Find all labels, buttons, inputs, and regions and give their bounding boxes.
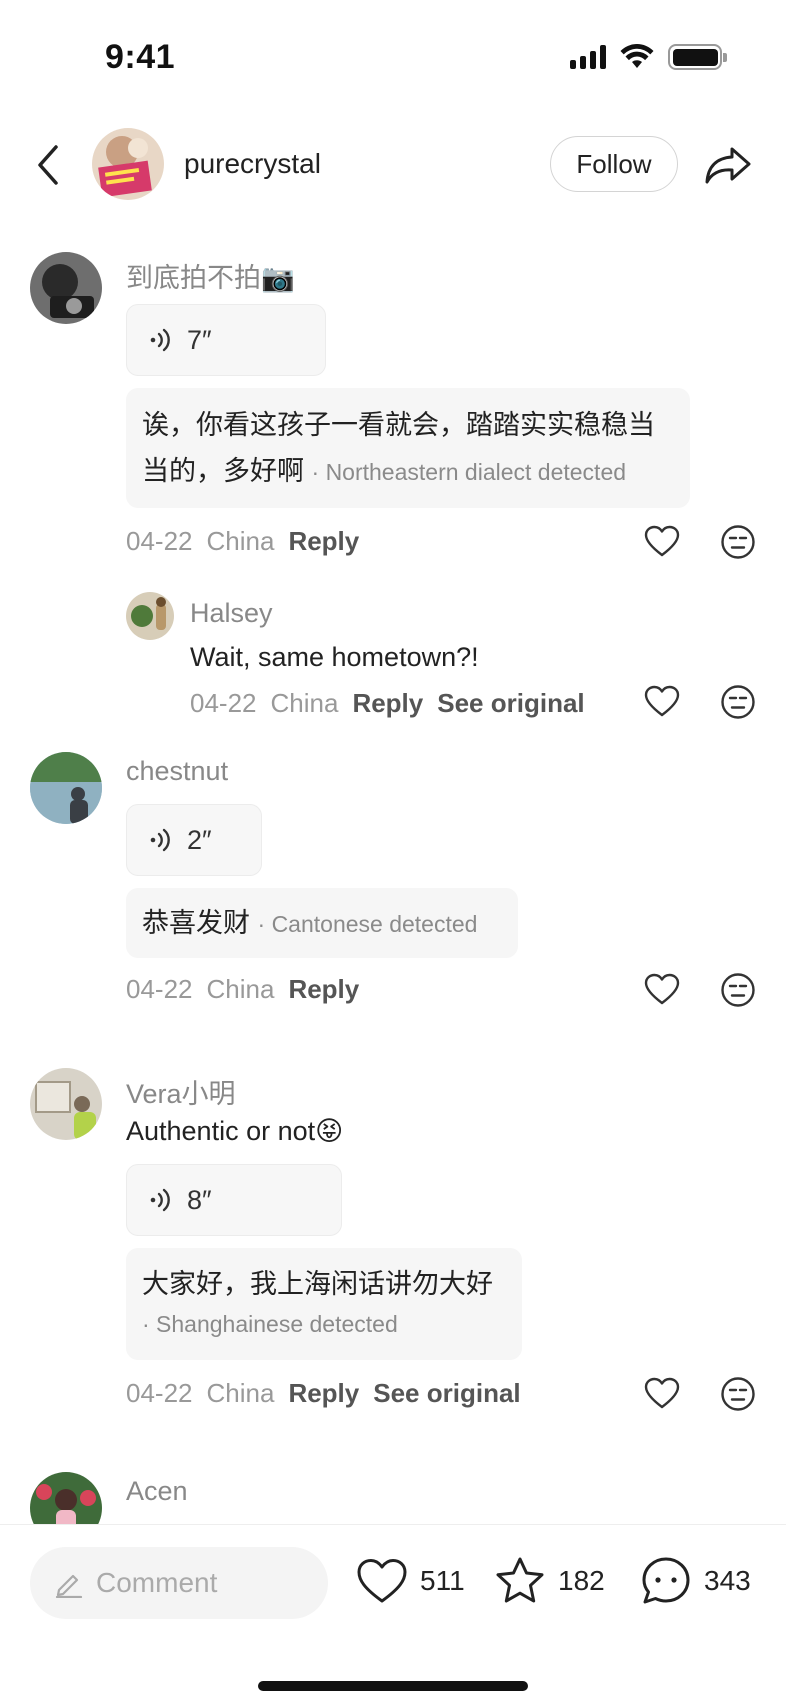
comment-location: China	[206, 1378, 275, 1408]
voice-message[interactable]: 2″	[126, 804, 262, 876]
voice-transcript: 诶，你看这孩子一看就会，踏踏实实稳稳当 当的，多好啊 · Northeaster…	[126, 388, 690, 508]
follow-button[interactable]: Follow	[550, 136, 678, 192]
voice-transcript: 大家好，我上海闲话讲勿大好 · Shanghainese detected	[126, 1248, 522, 1360]
favorite-count: 182	[558, 1565, 605, 1596]
comment-meta: 04-22 China Reply	[126, 974, 359, 1005]
comment-location: China	[206, 526, 275, 556]
voice-duration: 2″	[187, 824, 212, 855]
see-original-button[interactable]: See original	[373, 1378, 520, 1409]
chat-bubble-icon	[642, 1557, 690, 1604]
voice-wave-icon	[150, 828, 170, 852]
reply-author[interactable]: Halsey	[190, 598, 273, 629]
dislike-face-icon[interactable]	[720, 1376, 756, 1412]
share-icon	[705, 147, 751, 184]
comment-date: 04-22	[126, 974, 193, 1004]
comment-location: China	[206, 974, 275, 1004]
status-icons	[570, 44, 727, 70]
reply-button[interactable]: Reply	[352, 688, 423, 719]
star-icon	[496, 1557, 544, 1603]
avatar[interactable]	[30, 1068, 102, 1140]
transcript-line: 恭喜发财	[142, 908, 250, 938]
heart-icon[interactable]	[644, 972, 680, 1008]
like-button[interactable]: 511	[356, 1549, 465, 1613]
reply-text: Wait, same hometown?!	[190, 642, 479, 672]
author-avatar[interactable]	[92, 128, 164, 200]
heart-icon[interactable]	[644, 524, 680, 560]
heart-icon	[357, 1559, 407, 1603]
battery-icon	[668, 44, 727, 70]
comment-input[interactable]: Comment	[30, 1547, 328, 1619]
dialect-tag: · Cantonese detected	[257, 911, 478, 937]
reply-date: 04-22	[190, 688, 257, 718]
comment-meta: 04-22 China Reply See original	[126, 1378, 521, 1409]
transcript-line: 诶，你看这孩子一看就会，踏踏实实稳稳当	[142, 410, 655, 440]
voice-message[interactable]: 7″	[126, 304, 326, 376]
avatar[interactable]	[126, 592, 174, 640]
bottom-action-bar: Comment 511 182 343	[0, 1524, 786, 1704]
home-indicator	[258, 1681, 528, 1691]
dislike-face-icon[interactable]	[720, 524, 756, 560]
reply-meta: 04-22 China Reply See original	[190, 688, 585, 719]
comment-author[interactable]: chestnut	[126, 756, 228, 787]
cellular-signal-icon	[570, 45, 606, 69]
like-count: 511	[420, 1565, 465, 1596]
voice-transcript: 恭喜发财 · Cantonese detected	[126, 888, 518, 958]
voice-wave-icon	[150, 1188, 170, 1212]
comment-count: 343	[704, 1565, 751, 1596]
share-button[interactable]	[702, 140, 754, 190]
back-button[interactable]	[28, 140, 68, 190]
reply-button[interactable]: Reply	[288, 974, 359, 1005]
voice-wave-icon	[150, 328, 170, 352]
comment-placeholder: Comment	[96, 1567, 218, 1598]
heart-icon[interactable]	[644, 1376, 680, 1412]
author-username[interactable]: purecrystal	[184, 148, 321, 180]
transcript-line: 大家好，我上海闲话讲勿大好	[142, 1269, 493, 1299]
avatar[interactable]	[30, 252, 102, 324]
see-original-button[interactable]: See original	[437, 688, 584, 719]
comment-meta: 04-22 China Reply	[126, 526, 359, 557]
dialect-tag: · Northeastern dialect detected	[311, 459, 627, 485]
voice-message[interactable]: 8″	[126, 1164, 342, 1236]
heart-icon[interactable]	[644, 684, 680, 720]
reply-button[interactable]: Reply	[288, 1378, 359, 1409]
dislike-face-icon[interactable]	[720, 972, 756, 1008]
dialect-tag: · Shanghainese detected	[142, 1311, 398, 1337]
status-bar: 9:41	[0, 0, 786, 110]
comments-button[interactable]: 343	[640, 1549, 751, 1613]
comment-date: 04-22	[126, 1378, 193, 1408]
reply-location: China	[270, 688, 339, 718]
comment-author[interactable]: Vera小明	[126, 1072, 236, 1111]
dislike-face-icon[interactable]	[720, 684, 756, 720]
pencil-icon	[55, 1574, 83, 1598]
reply-button[interactable]: Reply	[288, 526, 359, 557]
status-time: 9:41	[105, 38, 176, 76]
comment-author[interactable]: 到底拍不拍📷	[126, 256, 295, 295]
comment-date: 04-22	[126, 526, 193, 556]
chevron-left-icon	[38, 145, 58, 185]
voice-duration: 8″	[187, 1184, 212, 1215]
voice-duration: 7″	[187, 324, 212, 355]
comment-text: Authentic or not😝	[126, 1116, 344, 1146]
wifi-icon	[620, 44, 654, 68]
post-header: purecrystal Follow	[0, 124, 786, 208]
avatar[interactable]	[30, 752, 102, 824]
favorite-button[interactable]: 182	[494, 1549, 605, 1613]
transcript-line: 当的，多好啊	[142, 456, 304, 486]
comment-author[interactable]: Acen	[126, 1476, 188, 1507]
